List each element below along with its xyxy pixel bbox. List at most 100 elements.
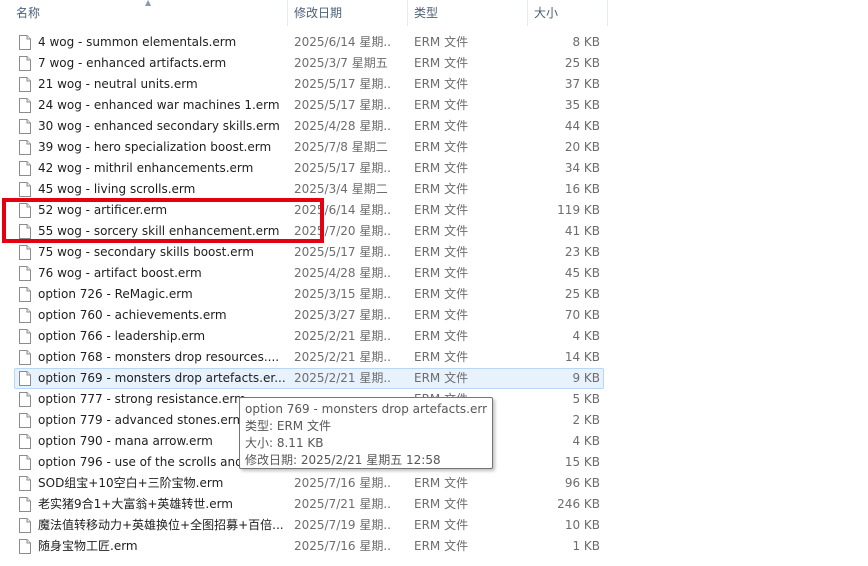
file-size: 4 KB [572,434,600,448]
document-file-icon [19,539,31,554]
file-name: option 766 - leadership.erm [38,329,206,343]
file-size: 25 KB [564,287,600,301]
file-type: ERM 文件 [414,308,469,322]
file-size: 25 KB [564,56,600,70]
document-file-icon [19,455,31,470]
file-date: 2025/4/28 星期... [294,119,392,133]
file-size: 70 KB [564,308,600,322]
file-size: 35 KB [564,98,600,112]
file-size: 4 KB [572,329,600,343]
file-info-tooltip: option 769 - monsters drop artefacts.erm… [239,397,493,469]
document-file-icon [19,182,31,197]
document-file-icon [19,371,31,386]
file-name: SOD组宝+10空白+三阶宝物.erm [38,476,224,490]
file-size: 45 KB [564,266,600,280]
file-row[interactable]: 45 wog - living scrolls.erm 2025/3/4 星期二 … [14,179,604,200]
file-row[interactable]: 24 wog - enhanced war machines 1.erm 2025… [14,95,604,116]
file-size: 20 KB [564,140,600,154]
document-file-icon [19,77,31,92]
file-row[interactable]: option 768 - monsters drop resources....… [14,347,604,368]
file-type: ERM 文件 [414,77,469,91]
file-date: 2025/3/27 星期... [294,308,392,322]
file-date: 2025/2/21 星期... [294,371,392,385]
file-row[interactable]: 21 wog - neutral units.erm 2025/5/17 星期..… [14,74,604,95]
column-header-size[interactable]: 大小 [528,0,608,26]
file-name: option 769 - monsters drop artefacts.er.… [38,371,285,385]
file-size: 44 KB [564,119,600,133]
file-date: 2025/7/16 星期... [294,476,392,490]
file-date: 2025/5/17 星期... [294,77,392,91]
file-type: ERM 文件 [414,266,469,280]
file-name: 42 wog - mithril enhancements.erm [38,161,254,175]
file-row[interactable]: option 766 - leadership.erm 2025/2/21 星期.… [14,326,604,347]
file-type: ERM 文件 [414,224,469,238]
file-size: 15 KB [564,455,600,469]
file-name: 45 wog - living scrolls.erm [38,182,196,196]
file-size: 16 KB [564,182,600,196]
file-row[interactable]: 55 wog - sorcery skill enhancement.erm 20… [14,221,604,242]
file-name: option 726 - ReMagic.erm [38,287,193,301]
document-file-icon [19,119,31,134]
file-type: ERM 文件 [414,140,469,154]
document-file-icon [19,329,31,344]
document-file-icon [19,518,31,533]
file-row[interactable]: 随身宝物工匠.erm 2025/7/16 星期... ERM 文件 1 KB [14,536,604,557]
file-date: 2025/2/21 星期... [294,350,392,364]
document-file-icon [19,392,31,407]
file-row[interactable]: 魔法值转移动力+英雄换位+全图招募+百倍... 2025/7/19 星期... ER… [14,515,604,536]
file-row[interactable]: 42 wog - mithril enhancements.erm 2025/5/… [14,158,604,179]
file-date: 2025/7/21 星期... [294,497,392,511]
file-name: 39 wog - hero specialization boost.erm [38,140,272,154]
file-name: option 760 - achievements.erm [38,308,227,322]
file-type: ERM 文件 [414,56,469,70]
file-row[interactable]: 4 wog - summon elementals.erm 2025/6/14 星… [14,32,604,53]
document-file-icon [19,497,31,512]
file-row[interactable]: option 769 - monsters drop artefacts.er.… [14,368,604,389]
tooltip-date: 修改日期: 2025/2/21 星期五 12:58 [245,453,441,467]
tooltip-filename: option 769 - monsters drop artefacts.erm [245,402,487,416]
document-file-icon [19,266,31,281]
file-row[interactable]: 52 wog - artificer.erm 2025/6/14 星期... ERM… [14,200,604,221]
file-name: 24 wog - enhanced war machines 1.erm [38,98,280,112]
file-row[interactable]: 39 wog - hero specialization boost.erm 20… [14,137,604,158]
document-file-icon [19,203,31,218]
file-name: 76 wog - artifact boost.erm [38,266,202,280]
file-size: 34 KB [564,161,600,175]
file-row[interactable]: 75 wog - secondary skills boost.erm 2025/… [14,242,604,263]
document-file-icon [19,287,31,302]
file-type: ERM 文件 [414,161,469,175]
column-header-bar: 名称 ▲ 修改日期 类型 大小 [0,0,608,26]
file-type: ERM 文件 [414,476,469,490]
file-type: ERM 文件 [414,371,469,385]
file-size: 96 KB [564,476,600,490]
file-date: 2025/7/8 星期二 ... [294,140,392,154]
file-row[interactable]: 30 wog - enhanced secondary skills.erm 20… [14,116,604,137]
file-type: ERM 文件 [414,287,469,301]
column-header-type[interactable]: 类型 [408,0,528,26]
file-type: ERM 文件 [414,329,469,343]
document-file-icon [19,224,31,239]
file-size: 1 KB [572,539,600,553]
file-row[interactable]: 老实猪9合1+大富翁+英雄转世.erm 2025/7/21 星期... ERM 文件… [14,494,604,515]
file-date: 2025/5/17 星期... [294,98,392,112]
file-name: option 768 - monsters drop resources.... [38,350,280,364]
file-row[interactable]: 76 wog - artifact boost.erm 2025/4/28 星期.… [14,263,604,284]
file-row[interactable]: 7 wog - enhanced artifacts.erm 2025/3/7 星… [14,53,604,74]
column-header-date[interactable]: 修改日期 [288,0,408,26]
file-type: ERM 文件 [414,497,469,511]
file-size: 246 KB [557,497,600,511]
file-size: 14 KB [564,350,600,364]
document-file-icon [19,98,31,113]
file-row[interactable]: option 760 - achievements.erm 2025/3/27 星… [14,305,604,326]
document-file-icon [19,476,31,491]
file-date: 2025/6/14 星期... [294,203,392,217]
file-row[interactable]: SOD组宝+10空白+三阶宝物.erm 2025/7/16 星期... ERM 文件… [14,473,604,494]
file-size: 37 KB [564,77,600,91]
file-name: 55 wog - sorcery skill enhancement.erm [38,224,280,238]
file-type: ERM 文件 [414,245,469,259]
file-row[interactable]: option 726 - ReMagic.erm 2025/3/15 星期... E… [14,284,604,305]
file-name: 30 wog - enhanced secondary skills.erm [38,119,280,133]
file-name: 21 wog - neutral units.erm [38,77,198,91]
file-size: 10 KB [564,518,600,532]
file-size: 41 KB [564,224,600,238]
